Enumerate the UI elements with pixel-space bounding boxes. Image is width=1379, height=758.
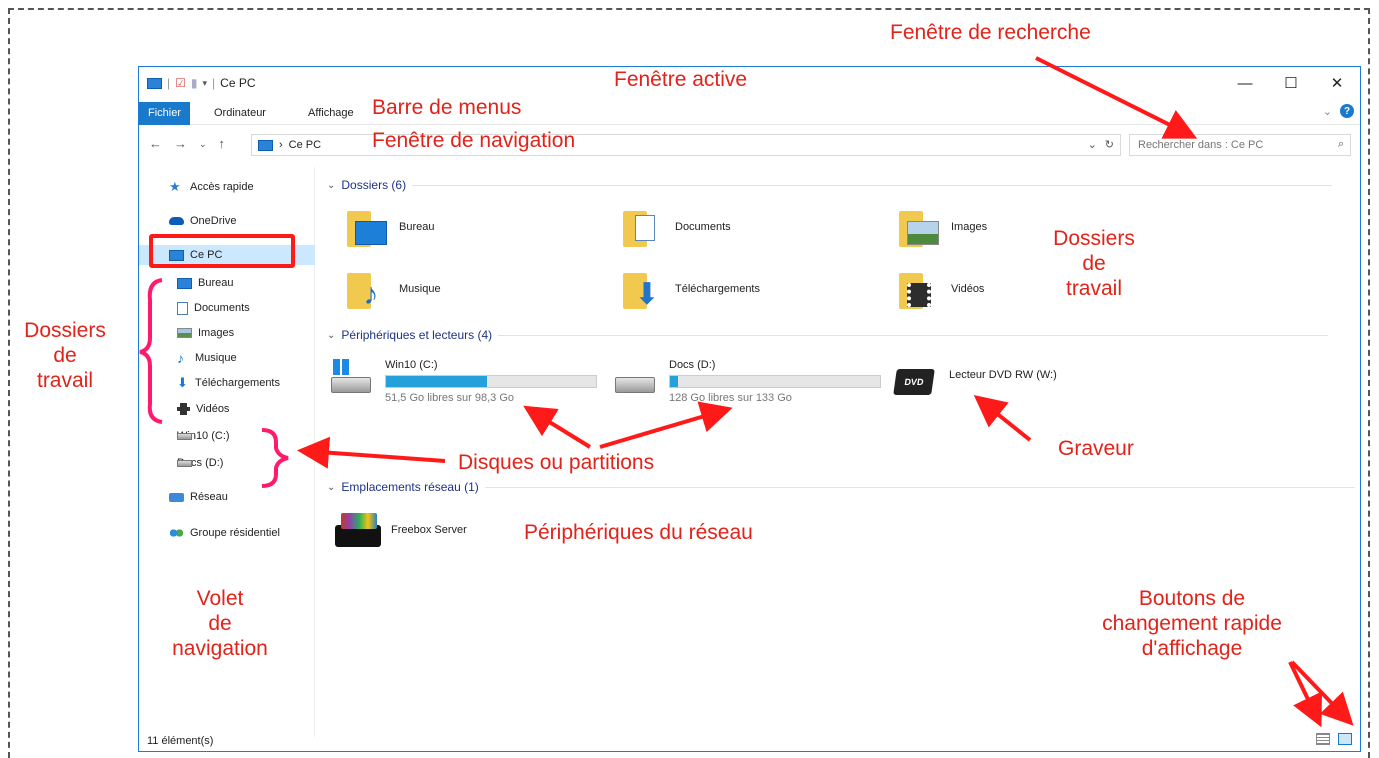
windows-drive-icon	[331, 359, 375, 399]
group-header-devices[interactable]: ⌄ Périphériques et lecteurs (4)	[327, 327, 1329, 343]
window-controls: — ☐ ✕	[1222, 67, 1360, 99]
annotation-menu-bar: Barre de menus	[372, 96, 522, 119]
image-folder-icon	[897, 205, 941, 249]
nav-item-reseau[interactable]: Réseau	[169, 487, 228, 507]
tab-affichage[interactable]: Affichage	[299, 102, 363, 125]
collapse-icon: ⌄	[327, 481, 336, 493]
back-icon[interactable]: ←	[149, 136, 162, 152]
details-view-icon[interactable]	[1316, 733, 1330, 745]
music-folder-icon: ♪	[345, 267, 389, 311]
drive-icon	[177, 432, 192, 440]
video-icon	[177, 403, 190, 415]
network-icon	[169, 492, 184, 502]
address-dropdown-icon[interactable]: ⌄	[1088, 138, 1097, 151]
breadcrumb-ce-pc[interactable]: Ce PC	[289, 139, 321, 151]
close-button[interactable]: ✕	[1314, 67, 1360, 99]
annotation-nav-pane: Volet de navigation	[172, 587, 268, 661]
document-icon	[177, 301, 188, 315]
annotation-disks: Disques ou partitions	[458, 451, 655, 474]
document-folder-icon	[621, 205, 665, 249]
folder-icon	[345, 205, 389, 249]
desktop-icon	[177, 277, 192, 289]
tab-ordinateur[interactable]: Ordinateur	[205, 102, 275, 125]
quick-access-toolbar: | ☑ ▮ ▾ | Ce PC	[147, 76, 256, 90]
drive-docs-d[interactable]: Docs (D:) 128 Go libres sur 133 Go	[615, 359, 881, 404]
nav-item-musique[interactable]: ♪ Musique	[177, 348, 237, 368]
forward-icon[interactable]: →	[174, 136, 187, 152]
nav-item-win10-c[interactable]: Win10 (C:)	[177, 426, 230, 446]
highlight-ce-pc	[149, 234, 295, 268]
annotation-view-buttons: Boutons de changement rapide d'affichage	[1102, 587, 1282, 661]
video-folder-icon	[897, 267, 941, 311]
star-icon: ★	[169, 179, 181, 194]
nav-item-images[interactable]: Images	[177, 323, 234, 343]
cloud-icon	[169, 217, 184, 225]
folder-telechargements[interactable]: ⬇ Téléchargements	[621, 267, 760, 311]
window-title: Ce PC	[220, 76, 256, 90]
address-row: ← → ⌄ ↑ › Ce PC ⌄ ↻ Rechercher dans : Ce…	[139, 129, 1360, 159]
ribbon-expand-icon[interactable]: ⌄	[1323, 105, 1332, 118]
nav-item-onedrive[interactable]: OneDrive	[169, 211, 236, 231]
title-bar: | ☑ ▮ ▾ | Ce PC — ☐ ✕	[139, 67, 1360, 99]
drive-icon	[615, 359, 659, 399]
folder-bureau[interactable]: Bureau	[345, 205, 434, 249]
refresh-icon[interactable]: ↻	[1105, 138, 1114, 151]
nav-item-videos[interactable]: Vidéos	[177, 399, 229, 419]
drive-icon	[177, 459, 192, 467]
download-icon: ⬇	[177, 375, 188, 390]
nav-item-bureau[interactable]: Bureau	[177, 273, 233, 293]
folder-documents[interactable]: Documents	[621, 205, 731, 249]
annotation-search-window: Fenêtre de recherche	[890, 21, 1091, 44]
large-icons-view-icon[interactable]	[1338, 733, 1352, 745]
nav-item-acces-rapide[interactable]: ★ Accès rapide	[169, 177, 254, 197]
homegroup-icon	[169, 527, 184, 539]
folder-videos[interactable]: Vidéos	[897, 267, 984, 311]
nav-item-groupe-residentiel[interactable]: Groupe résidentiel	[169, 523, 280, 543]
annotation-network-devices: Périphériques du réseau	[524, 521, 753, 544]
nav-item-documents[interactable]: Documents	[177, 298, 250, 318]
annotation-work-folders-left: Dossiers de travail	[24, 319, 106, 393]
status-item-count: 11 élément(s)	[147, 735, 214, 747]
computer-icon	[258, 139, 273, 151]
qa-dropdown-icon[interactable]: ▾	[203, 78, 208, 89]
music-icon: ♪	[177, 350, 184, 366]
folder-images[interactable]: Images	[897, 205, 987, 249]
dvd-drive-icon: DVD	[893, 359, 939, 399]
ribbon-tabs: Fichier Ordinateur Affichage ⌄ ?	[139, 99, 1360, 125]
annotation-active-window: Fenêtre active	[614, 68, 748, 91]
maximize-button[interactable]: ☐	[1268, 67, 1314, 99]
group-header-network[interactable]: ⌄ Emplacements réseau (1)	[327, 479, 1355, 495]
folder-musique[interactable]: ♪ Musique	[345, 267, 441, 311]
search-input[interactable]: Rechercher dans : Ce PC ⌕	[1129, 134, 1351, 156]
annotation-nav-window: Fenêtre de navigation	[372, 129, 576, 152]
nav-item-telechargements[interactable]: ⬇ Téléchargements	[177, 373, 280, 393]
minimize-button[interactable]: —	[1222, 67, 1268, 99]
tab-fichier[interactable]: Fichier	[139, 102, 191, 125]
collapse-icon: ⌄	[327, 179, 336, 191]
search-icon: ⌕	[1337, 138, 1344, 150]
drive-dvd-w[interactable]: DVD Lecteur DVD RW (W:)	[893, 359, 1161, 399]
drive-usage-bar	[385, 375, 597, 388]
image-icon	[177, 328, 192, 338]
help-icon[interactable]: ?	[1340, 104, 1354, 118]
drive-win10-c[interactable]: Win10 (C:) 51,5 Go libres sur 98,3 Go	[331, 359, 597, 404]
view-buttons	[1316, 733, 1352, 745]
drive-usage-bar	[669, 375, 881, 388]
group-header-folders[interactable]: ⌄ Dossiers (6)	[327, 177, 1333, 193]
up-icon[interactable]: ↑	[219, 136, 226, 152]
properties-icon[interactable]: ☑	[175, 76, 186, 90]
annotation-burner: Graveur	[1058, 437, 1134, 460]
network-device-freebox[interactable]: Freebox Server	[335, 511, 467, 549]
collapse-icon: ⌄	[327, 329, 336, 341]
new-folder-icon[interactable]: ▮	[191, 76, 198, 90]
computer-icon	[147, 77, 162, 89]
media-server-icon	[335, 511, 383, 549]
nav-item-docs-d[interactable]: Docs (D:)	[177, 453, 223, 473]
download-folder-icon: ⬇	[621, 267, 665, 311]
annotation-work-folders-right: Dossiers de travail	[1053, 227, 1135, 301]
recent-dropdown-icon[interactable]: ⌄	[199, 136, 207, 152]
